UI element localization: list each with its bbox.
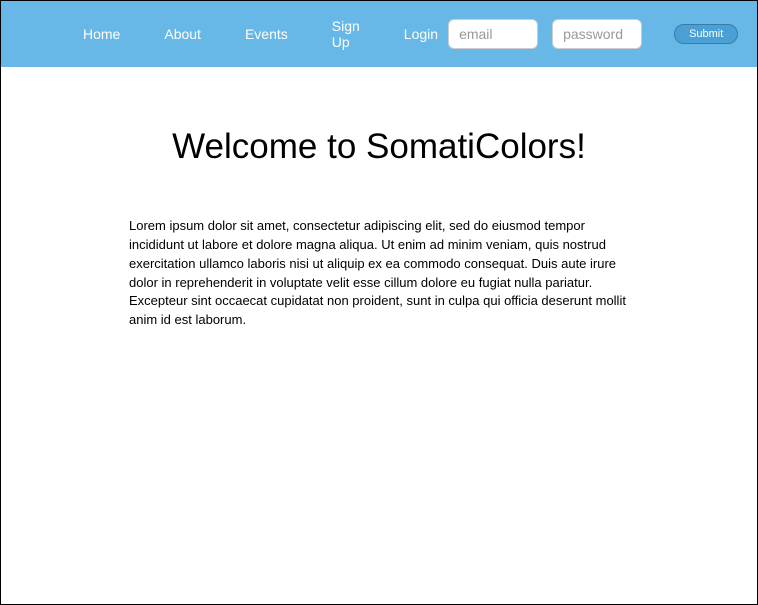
nav-link-about[interactable]: About (164, 26, 201, 42)
nav-link-home[interactable]: Home (83, 26, 120, 42)
login-form: Submit (448, 19, 738, 49)
nav-link-signup[interactable]: Sign Up (332, 18, 360, 50)
password-input[interactable] (552, 19, 642, 49)
nav-link-login[interactable]: Login (404, 26, 438, 42)
nav-link-events[interactable]: Events (245, 26, 288, 42)
body-text: Lorem ipsum dolor sit amet, consectetur … (129, 217, 629, 330)
nav-links: Home About Events Sign Up Login (83, 18, 448, 50)
submit-button[interactable]: Submit (674, 24, 738, 44)
email-input[interactable] (448, 19, 538, 49)
navbar: Home About Events Sign Up Login Submit (1, 1, 757, 67)
main-content: Welcome to SomatiColors! Lorem ipsum dol… (1, 67, 757, 350)
page-title: Welcome to SomatiColors! (129, 127, 629, 167)
